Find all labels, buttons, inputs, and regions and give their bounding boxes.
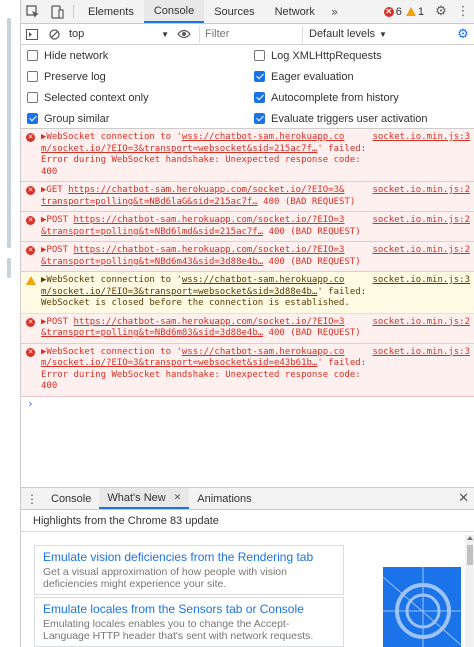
devtools-tabbar: Elements Console Sources Network » ✕ 6 1… xyxy=(21,0,474,24)
drawer-tab-animations[interactable]: Animations xyxy=(189,488,259,509)
close-drawer-icon[interactable]: ✕ xyxy=(458,491,469,506)
scroll-thumb[interactable] xyxy=(467,545,473,565)
settings-gear-icon[interactable]: ⚙ xyxy=(430,4,452,19)
tab-network[interactable]: Network xyxy=(265,0,325,23)
drawer-scrollbar[interactable] xyxy=(465,535,474,647)
devtools-panel: Elements Console Sources Network » ✕ 6 1… xyxy=(20,0,474,647)
setting-hide-network[interactable]: Hide network xyxy=(21,45,248,66)
error-icon: ✕ xyxy=(26,133,35,142)
source-link[interactable]: socket.io.min.js:3 xyxy=(372,275,470,310)
console-message-error[interactable]: ✕ ▶POST https://chatbot-sam.herokuapp.co… xyxy=(21,313,474,344)
setting-log-xmlhttprequests[interactable]: Log XMLHttpRequests xyxy=(248,45,474,66)
toolbar-divider xyxy=(73,5,74,18)
error-icon: ✕ xyxy=(26,186,35,195)
console-toolbar: top ▼ Default levels ▼ ⚙ xyxy=(21,24,474,45)
device-toolbar-icon[interactable] xyxy=(45,0,69,23)
error-icon: ✕ xyxy=(26,246,35,255)
inspect-element-icon[interactable] xyxy=(21,0,45,23)
console-prompt[interactable]: › xyxy=(21,397,474,413)
issue-counter[interactable]: ✕ 6 1 xyxy=(383,5,424,18)
warning-icon xyxy=(405,7,416,16)
drawer-panel: ⋮ Console What's New ✕ Animations ✕ High… xyxy=(21,487,474,647)
levels-label: Default levels xyxy=(309,28,376,40)
setting-autocomplete-from-history[interactable]: Autocomplete from history xyxy=(248,87,474,108)
clear-console-icon[interactable] xyxy=(43,28,65,40)
console-settings-gear-icon[interactable]: ⚙ xyxy=(452,24,474,44)
context-value: top xyxy=(69,28,85,40)
console-message-error[interactable]: ✕ ▶POST https://chatbot-sam.herokuapp.co… xyxy=(21,212,474,242)
setting-evaluate-triggers-user-activation[interactable]: Evaluate triggers user activation xyxy=(248,108,474,129)
whats-new-body: Emulate vision deficiencies from the Ren… xyxy=(21,532,474,647)
whats-new-heading: Highlights from the Chrome 83 update xyxy=(21,510,474,532)
checkbox-checked[interactable] xyxy=(254,71,265,82)
console-message-error[interactable]: ✕ ▶WebSocket connection to 'wss://chatbo… xyxy=(21,129,474,182)
warning-count: 1 xyxy=(417,5,424,18)
setting-eager-evaluation[interactable]: Eager evaluation xyxy=(248,66,474,87)
context-select[interactable]: top ▼ xyxy=(65,26,173,43)
live-expression-eye-icon[interactable] xyxy=(173,29,195,39)
feature-card-desc: Get a visual approximation of how people… xyxy=(43,566,287,590)
setting-group-similar[interactable]: Group similar xyxy=(21,108,248,129)
console-message-warning[interactable]: ▶WebSocket connection to 'wss://chatbot-… xyxy=(21,272,474,314)
error-icon: ✕ xyxy=(26,347,35,357)
tab-elements[interactable]: Elements xyxy=(78,0,144,23)
source-link[interactable]: socket.io.min.js:3 xyxy=(372,132,470,178)
checkbox-checked[interactable] xyxy=(254,113,265,124)
tab-console[interactable]: Console xyxy=(143,0,205,23)
source-link[interactable]: socket.io.min.js:2 xyxy=(372,185,470,208)
page-scrollbar-segment[interactable] xyxy=(7,258,11,278)
scroll-up-arrow-icon[interactable] xyxy=(467,536,473,540)
feature-card-title[interactable]: Emulate vision deficiencies from the Ren… xyxy=(43,550,335,565)
close-tab-icon[interactable]: ✕ xyxy=(174,492,182,503)
filter-input[interactable] xyxy=(199,25,303,43)
page-scrollbar[interactable] xyxy=(7,18,11,248)
console-message-error[interactable]: ✕ ▶WebSocket connection to 'wss://chatbo… xyxy=(21,343,474,397)
dropdown-arrow-icon: ▼ xyxy=(161,29,169,39)
error-icon: ✕ xyxy=(26,216,35,225)
console-message-error[interactable]: ✕ ▶POST https://chatbot-sam.herokuapp.co… xyxy=(21,242,474,272)
console-message-error[interactable]: ✕ ▶GET https://chatbot-sam.herokuapp.com… xyxy=(21,182,474,212)
setting-selected-context-only[interactable]: Selected context only xyxy=(21,87,248,108)
source-link[interactable]: socket.io.min.js:2 xyxy=(372,317,470,340)
more-tabs-button[interactable]: » xyxy=(325,0,344,23)
drawer-tab-console[interactable]: Console xyxy=(43,488,99,509)
console-messages: ✕ ▶WebSocket connection to 'wss://chatbo… xyxy=(21,129,474,413)
error-icon: ✕ xyxy=(26,317,35,327)
checkbox[interactable] xyxy=(254,50,265,61)
feature-card[interactable]: Emulate vision deficiencies from the Ren… xyxy=(34,545,344,595)
kebab-menu-icon[interactable]: ⋮ xyxy=(452,4,474,19)
checkbox-checked[interactable] xyxy=(254,92,265,103)
log-levels-dropdown[interactable]: Default levels ▼ xyxy=(303,28,393,40)
page-left-strip xyxy=(0,0,20,647)
source-link[interactable]: socket.io.min.js:3 xyxy=(372,347,470,393)
drawer-tabbar: ⋮ Console What's New ✕ Animations ✕ xyxy=(21,488,474,510)
setting-preserve-log[interactable]: Preserve log xyxy=(21,66,248,87)
console-settings-panel: Hide network Log XMLHttpRequests Preserv… xyxy=(21,45,474,129)
show-sidebar-icon[interactable] xyxy=(21,28,43,40)
warning-icon xyxy=(26,276,36,285)
feature-card[interactable]: Emulate locales from the Sensors tab or … xyxy=(34,597,344,647)
feature-card-desc: Emulating locales enables you to change … xyxy=(43,618,314,642)
feature-card-title[interactable]: Emulate locales from the Sensors tab or … xyxy=(43,602,335,617)
checkbox-checked[interactable] xyxy=(27,113,38,124)
promo-video-thumbnail[interactable] xyxy=(383,567,461,647)
error-count: 6 xyxy=(395,5,402,18)
drawer-menu-icon[interactable]: ⋮ xyxy=(21,488,43,509)
source-link[interactable]: socket.io.min.js:2 xyxy=(372,245,470,268)
checkbox[interactable] xyxy=(27,50,38,61)
levels-arrow-icon: ▼ xyxy=(379,29,387,39)
drawer-tab-whats-new[interactable]: What's New ✕ xyxy=(99,488,190,509)
checkbox[interactable] xyxy=(27,71,38,82)
tab-sources[interactable]: Sources xyxy=(204,0,264,23)
source-link[interactable]: socket.io.min.js:2 xyxy=(372,215,470,238)
error-icon: ✕ xyxy=(383,6,394,17)
checkbox[interactable] xyxy=(27,92,38,103)
